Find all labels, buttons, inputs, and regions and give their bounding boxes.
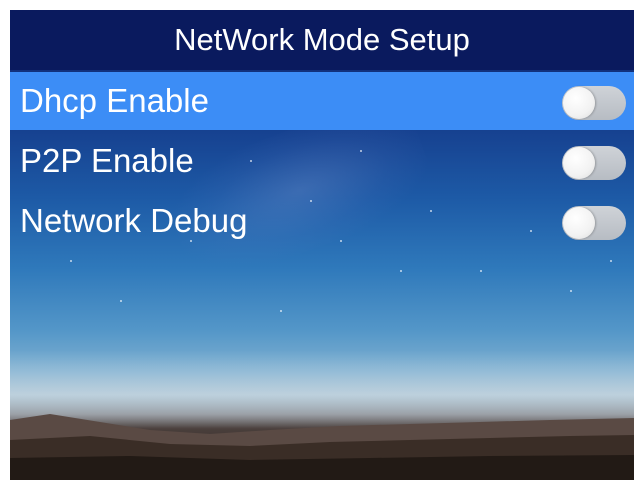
dhcp-enable-toggle[interactable] bbox=[562, 86, 626, 120]
landscape-hills bbox=[10, 414, 634, 480]
toggle-knob bbox=[563, 207, 595, 239]
menu-item-p2p-enable[interactable]: P2P Enable bbox=[10, 132, 634, 190]
menu-item-network-debug[interactable]: Network Debug bbox=[10, 192, 634, 250]
device-screen: NetWork Mode Setup Dhcp Enable P2P Enabl… bbox=[10, 10, 634, 480]
p2p-enable-toggle[interactable] bbox=[562, 146, 626, 180]
menu-item-dhcp-enable[interactable]: Dhcp Enable bbox=[10, 72, 634, 130]
page-title: NetWork Mode Setup bbox=[10, 10, 634, 70]
toggle-knob bbox=[563, 87, 595, 119]
menu-item-label: Dhcp Enable bbox=[20, 82, 209, 119]
menu-item-label: P2P Enable bbox=[20, 142, 194, 179]
network-debug-toggle[interactable] bbox=[562, 206, 626, 240]
menu-item-label: Network Debug bbox=[20, 202, 248, 239]
toggle-knob bbox=[563, 147, 595, 179]
